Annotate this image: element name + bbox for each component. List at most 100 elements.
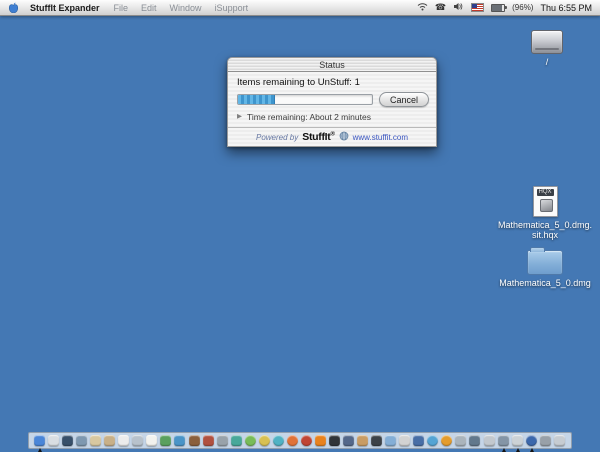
- app-33-glyph: [484, 435, 495, 446]
- dock-icon-app-11[interactable]: [174, 435, 186, 447]
- dock-icon-app-14[interactable]: [217, 435, 229, 447]
- hqx-badge: HQX: [537, 189, 554, 196]
- dialog-footer: Powered by StuffIt® www.stuffit.com: [228, 128, 436, 146]
- status-dialog: Status Items remaining to UnStuff: 1 Can…: [227, 57, 437, 147]
- hqx-document-icon: HQX: [533, 186, 558, 217]
- dialog-titlebar[interactable]: Status: [227, 57, 437, 72]
- dock-icon-app-35[interactable]: [512, 435, 524, 447]
- battery-percent: (96%): [512, 3, 533, 12]
- app-07-glyph: [118, 435, 129, 446]
- apple-menu-icon[interactable]: [8, 2, 20, 14]
- keyboard-layout-flag-icon[interactable]: [471, 3, 484, 12]
- app-36-glyph: [526, 435, 537, 446]
- dock-icon-app-18[interactable]: [273, 435, 285, 447]
- menu-isupport[interactable]: iSupport: [215, 3, 249, 13]
- dock-icon-app-20[interactable]: [301, 435, 313, 447]
- dock-icon-app-05[interactable]: [90, 435, 102, 447]
- dock-icon-trash[interactable]: [554, 435, 566, 447]
- items-remaining-label: Items remaining to UnStuff: 1: [228, 75, 436, 90]
- dock-icon-app-03[interactable]: [62, 435, 74, 447]
- dock-icon-app-12[interactable]: [189, 435, 201, 447]
- app-05-glyph: [90, 435, 101, 446]
- dock-icon-app-17[interactable]: [259, 435, 271, 447]
- desktop-icon-folder[interactable]: Mathematica_5_0.dmg: [502, 250, 588, 288]
- dock-icon-app-26[interactable]: [385, 435, 397, 447]
- disclosure-triangle-icon[interactable]: ▶: [237, 114, 242, 121]
- battery-icon[interactable]: [491, 4, 505, 12]
- app-09-glyph: [146, 435, 157, 446]
- menu-window[interactable]: Window: [170, 3, 202, 13]
- modem-phone-icon[interactable]: ☎: [435, 3, 446, 12]
- app-22-glyph: [329, 435, 340, 446]
- app-06-glyph: [104, 435, 115, 446]
- dock-icon-app-33[interactable]: [484, 435, 496, 447]
- dock-icon-app-27[interactable]: [399, 435, 411, 447]
- dock-icon-app-29[interactable]: [427, 435, 439, 447]
- dock-icon-app-28[interactable]: [413, 435, 425, 447]
- dock-icon-app-09[interactable]: [146, 435, 158, 447]
- dock-icon-app-02[interactable]: [48, 435, 60, 447]
- app-35-glyph: [512, 435, 523, 446]
- dock-icon-app-25[interactable]: [371, 435, 383, 447]
- app-34-glyph: [498, 435, 509, 446]
- dock-icon-app-16[interactable]: [245, 435, 257, 447]
- dock-icon-app-21[interactable]: [315, 435, 327, 447]
- time-remaining-label: Time remaining: About 2 minutes: [247, 112, 371, 122]
- dock-icon-app-32[interactable]: [469, 435, 481, 447]
- dock-icon-app-07[interactable]: [118, 435, 130, 447]
- powered-by-label: Powered by: [256, 133, 298, 142]
- app-19-glyph: [287, 435, 298, 446]
- menubar-clock[interactable]: Thu 6:55 PM: [540, 3, 592, 13]
- dialog-title: Status: [319, 60, 345, 70]
- progress-fill: [238, 95, 275, 104]
- dock-icon-app-19[interactable]: [287, 435, 299, 447]
- app-29-glyph: [427, 435, 438, 446]
- desktop-icon-hqx-archive[interactable]: HQX Mathematica_5_0.dmg. sit.hqx: [502, 186, 588, 240]
- menu-edit[interactable]: Edit: [141, 3, 157, 13]
- app-08-glyph: [132, 435, 143, 446]
- dock-icon-app-24[interactable]: [357, 435, 369, 447]
- app-31-glyph: [455, 435, 466, 446]
- menubar-app-name[interactable]: StuffIt Expander: [30, 3, 100, 13]
- app-13-glyph: [203, 435, 214, 446]
- hard-disk-label: /: [546, 57, 549, 67]
- dock-icon-app-22[interactable]: [329, 435, 341, 447]
- app-14-glyph: [217, 435, 228, 446]
- dock-icon-app-31[interactable]: [455, 435, 467, 447]
- dock-icon-app-04[interactable]: [76, 435, 88, 447]
- stuffit-url-link[interactable]: www.stuffit.com: [353, 133, 408, 142]
- app-10-glyph: [160, 435, 171, 446]
- menubar: StuffIt Expander FileEditWindowiSupport …: [0, 0, 600, 16]
- app-24-glyph: [357, 435, 368, 446]
- dock-icon-app-30[interactable]: [441, 435, 453, 447]
- desktop-icon-hard-disk[interactable]: /: [517, 30, 577, 67]
- dock-icon-app-34[interactable]: [498, 435, 510, 447]
- cancel-button[interactable]: Cancel: [379, 92, 429, 107]
- dock-icon-app-23[interactable]: [343, 435, 355, 447]
- globe-icon: [339, 131, 349, 144]
- airport-icon[interactable]: [417, 2, 428, 13]
- app-17-glyph: [259, 435, 270, 446]
- app-18-glyph: [273, 435, 284, 446]
- dock-icon-app-13[interactable]: [203, 435, 215, 447]
- dock-icon-app-10[interactable]: [160, 435, 172, 447]
- dock-icon-app-06[interactable]: [104, 435, 116, 447]
- app-15-glyph: [231, 435, 242, 446]
- stuffit-brand-label: StuffIt®: [302, 131, 334, 143]
- dock-icon-app-08[interactable]: [132, 435, 144, 447]
- dock-icon-finder[interactable]: [34, 435, 46, 447]
- dock-icon-app-37[interactable]: [540, 435, 552, 447]
- finder-glyph: [34, 435, 45, 446]
- dock-icon-app-15[interactable]: [231, 435, 243, 447]
- app-28-glyph: [413, 435, 424, 446]
- app-30-glyph: [441, 435, 452, 446]
- menu-file[interactable]: File: [114, 3, 129, 13]
- app-11-glyph: [174, 435, 185, 446]
- app-04-glyph: [76, 435, 87, 446]
- app-37-glyph: [540, 435, 551, 446]
- app-27-glyph: [399, 435, 410, 446]
- dock-icon-app-36[interactable]: [526, 435, 538, 447]
- app-32-glyph: [469, 435, 480, 446]
- hard-disk-icon: [531, 30, 563, 54]
- volume-icon[interactable]: [453, 2, 464, 13]
